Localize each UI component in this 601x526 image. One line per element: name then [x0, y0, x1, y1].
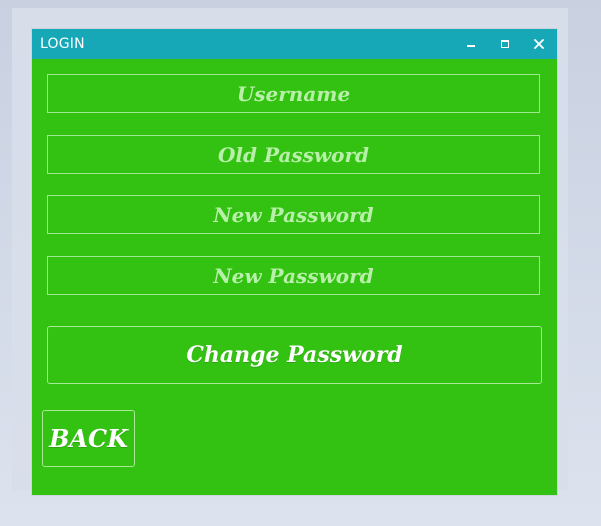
username-field[interactable] [47, 74, 540, 113]
old-password-field[interactable] [47, 135, 540, 174]
back-button[interactable]: BACK [42, 410, 135, 467]
username-input[interactable] [48, 75, 539, 112]
new-password-input[interactable] [48, 196, 539, 233]
change-password-button[interactable]: Change Password [47, 326, 542, 384]
maximize-button[interactable] [488, 29, 522, 59]
minimize-icon [467, 45, 475, 47]
window-title: LOGIN [40, 36, 85, 52]
confirm-new-password-input[interactable] [48, 257, 539, 294]
title-bar[interactable]: LOGIN [32, 29, 557, 59]
maximize-icon [501, 40, 509, 48]
close-button[interactable] [522, 29, 556, 59]
close-icon [534, 39, 544, 49]
login-window: LOGIN Change Password BACK [32, 29, 557, 495]
old-password-input[interactable] [48, 136, 539, 173]
new-password-field[interactable] [47, 195, 540, 234]
confirm-new-password-field[interactable] [47, 256, 540, 295]
minimize-button[interactable] [454, 29, 488, 59]
